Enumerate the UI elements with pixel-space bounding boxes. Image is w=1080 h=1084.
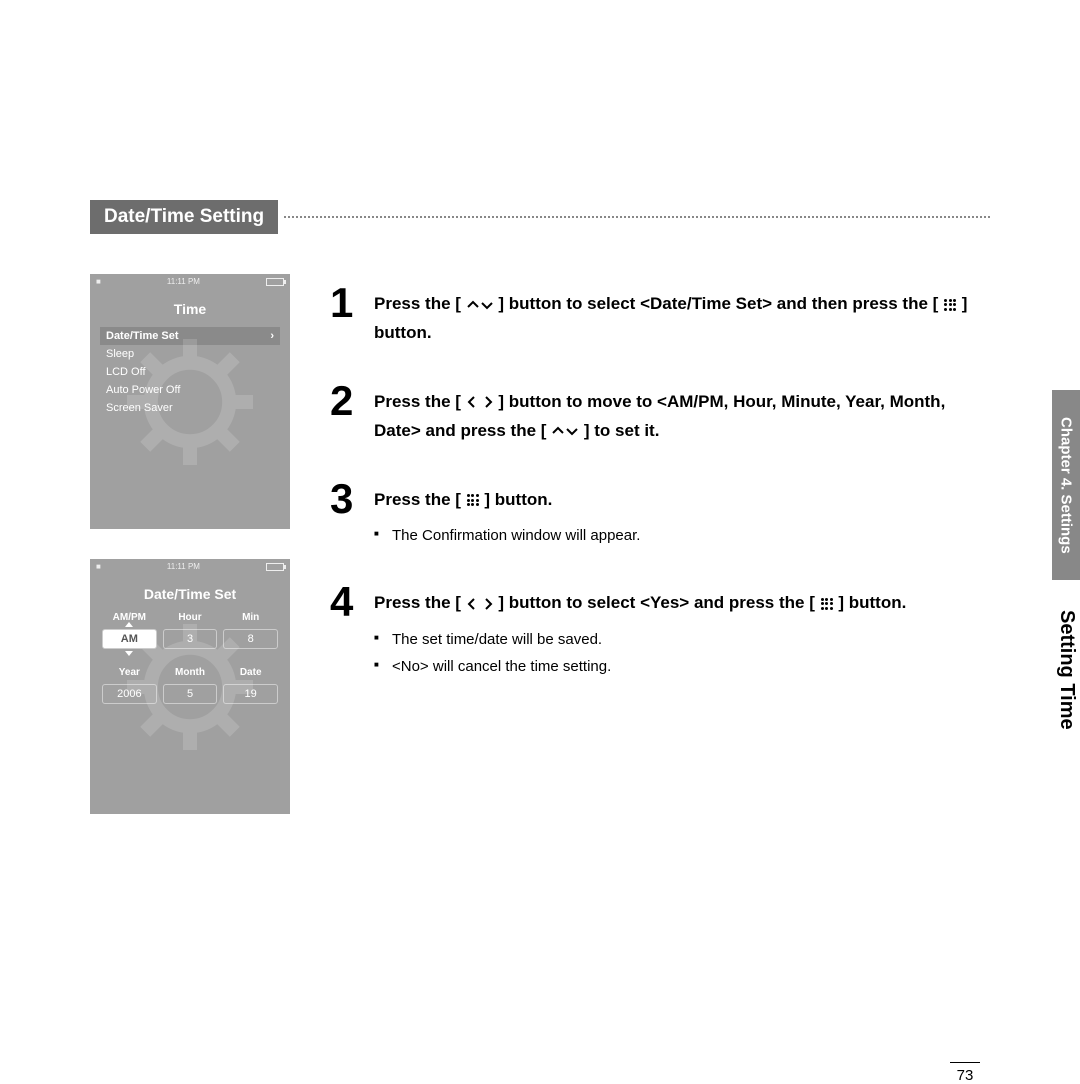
step-text: Press the [ ] button to move to <AM/PM, … [374,388,990,446]
device-screenshot-time-menu: ■ 11:11 PM Time Date/Time Set › Sleep LC… [90,274,290,529]
instruction-steps: 1 Press the [ ] button to select <Date/T… [330,274,990,814]
step-text: Press the [ ] button to select <Date/Tim… [374,290,990,348]
device-title: Date/Time Set [90,586,290,602]
step-number: 4 [330,583,360,680]
menu-dots-icon [821,598,833,610]
menu-item-autopower: Auto Power Off [100,381,280,399]
step-4: 4 Press the [ ] button to select <Yes> a… [330,583,990,680]
menu-item-datetime: Date/Time Set › [100,327,280,345]
menu-dots-icon [944,299,956,311]
label-min: Min [223,612,278,623]
device-screenshot-datetime-set: ■ 11:11 PM Date/Time Set AM/PM Hour Min … [90,559,290,814]
value-hour: 3 [163,629,218,649]
menu-item-sleep: Sleep [100,345,280,363]
triangle-up-icon [125,622,133,627]
menu-list: Date/Time Set › Sleep LCD Off Auto Power… [90,327,290,417]
status-time: 11:11 PM [167,277,200,286]
label-month: Month [163,667,218,678]
section-header: Date/Time Setting [90,200,990,234]
page-number: 73 [950,1062,980,1084]
label-date: Date [223,667,278,678]
value-min: 8 [223,629,278,649]
section-side-label: Setting Time [1053,600,1080,740]
step-sub-text: <No> will cancel the time setting. [374,653,906,680]
menu-label: Date/Time Set [106,330,179,342]
step-text: Press the [ ] button to select <Yes> and… [374,589,906,618]
label-year: Year [102,667,157,678]
menu-dots-icon [467,494,479,506]
step-2: 2 Press the [ ] button to move to <AM/PM… [330,382,990,446]
step-1: 1 Press the [ ] button to select <Date/T… [330,284,990,348]
left-right-icon [466,597,494,611]
step-3: 3 Press the [ ] button. The Confirmation… [330,480,990,550]
step-text: Press the [ ] button. [374,486,640,515]
value-year: 2006 [102,684,157,704]
section-title: Date/Time Setting [90,200,278,234]
battery-icon [266,563,284,571]
step-number: 2 [330,382,360,446]
up-down-icon [466,299,494,311]
label-hour: Hour [163,612,218,623]
status-indicator: ■ [96,277,101,286]
step-sub-text: The Confirmation window will appear. [374,522,640,549]
step-number: 3 [330,480,360,550]
battery-icon [266,278,284,286]
menu-item-screensaver: Screen Saver [100,399,280,417]
triangle-down-icon [125,651,133,656]
chevron-right-icon: › [270,330,274,342]
value-date: 19 [223,684,278,704]
up-down-icon [551,425,579,437]
dotted-line [284,216,990,218]
step-number: 1 [330,284,360,348]
status-indicator: ■ [96,562,101,571]
device-title: Time [90,301,290,317]
left-right-icon [466,395,494,409]
step-sub-text: The set time/date will be saved. [374,626,906,653]
menu-item-lcdoff: LCD Off [100,363,280,381]
status-bar: ■ 11:11 PM [90,274,290,289]
chapter-tab: Chapter 4. Settings [1052,390,1080,580]
status-time: 11:11 PM [167,562,200,571]
status-bar: ■ 11:11 PM [90,559,290,574]
value-month: 5 [163,684,218,704]
value-ampm: AM [102,629,157,649]
